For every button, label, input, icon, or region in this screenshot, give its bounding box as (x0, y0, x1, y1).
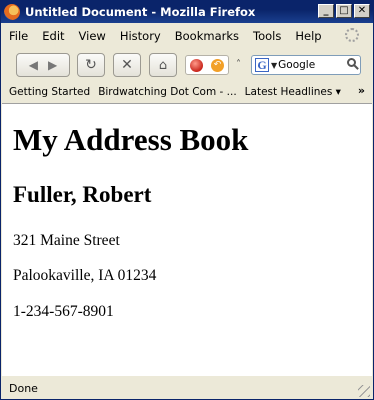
contact-phone: 1-234-567-8901 (13, 303, 114, 320)
window-controls: _ □ ✕ (318, 4, 370, 18)
record-icon[interactable] (190, 58, 203, 72)
status-bar: Done (2, 378, 372, 399)
search-input[interactable] (277, 59, 337, 71)
maximize-button[interactable]: □ (336, 4, 352, 18)
menu-history[interactable]: History (112, 29, 167, 43)
home-icon: ⌂ (158, 57, 168, 73)
addon-icons: ↶ (185, 55, 229, 75)
bookmark-getting-started[interactable]: Getting Started (9, 86, 90, 98)
bookmark-birdwatching[interactable]: Birdwatching Dot Com - ... (98, 86, 236, 98)
status-text: Done (9, 382, 38, 395)
bookmarks-toolbar: Getting Started Birdwatching Dot Com - .… (1, 83, 373, 101)
contact-street: 321 Maine Street (13, 232, 120, 249)
contact-city: Palookaville, IA 01234 (13, 267, 157, 284)
back-icon[interactable]: ◀ (29, 59, 38, 71)
stop-icon: ✕ (121, 57, 133, 73)
firefox-logo-icon (4, 4, 20, 20)
minimize-button[interactable]: _ (318, 4, 334, 18)
google-engine-icon[interactable]: G (255, 58, 269, 72)
throbber-icon (345, 28, 359, 42)
bookmark-latest-headlines[interactable]: Latest Headlines ▾ (245, 86, 341, 98)
browser-window: Untitled Document - Mozilla Firefox _ □ … (0, 0, 374, 400)
menu-view[interactable]: View (71, 29, 112, 43)
page-content: My Address Book Fuller, Robert 321 Maine… (2, 103, 372, 376)
menu-tools[interactable]: Tools (245, 29, 287, 43)
undo-icon[interactable]: ↶ (211, 58, 224, 72)
menu-edit[interactable]: Edit (34, 29, 70, 43)
window-title: Untitled Document - Mozilla Firefox (25, 5, 256, 19)
close-button[interactable]: ✕ (354, 4, 370, 18)
menu-bar: File Edit View History Bookmarks Tools H… (1, 25, 373, 47)
home-button[interactable]: ⌂ (149, 53, 177, 77)
forward-icon[interactable]: ▶ (48, 59, 57, 71)
bookmarks-overflow-icon[interactable]: » (358, 84, 365, 97)
search-box[interactable]: G ▼ (251, 55, 361, 75)
search-icon[interactable] (347, 58, 356, 67)
navigation-toolbar: ◀ ▶ ↻ ✕ ⌂ ↶ ˄ G ▼ (1, 49, 373, 81)
stop-button[interactable]: ✕ (113, 53, 141, 77)
menu-help[interactable]: Help (287, 29, 327, 43)
chevron-up-icon[interactable]: ˄ (236, 59, 241, 70)
contact-name: Fuller, Robert (13, 182, 152, 207)
back-forward-button[interactable]: ◀ ▶ (16, 53, 70, 77)
menu-file[interactable]: File (1, 29, 34, 43)
title-bar: Untitled Document - Mozilla Firefox _ □ … (1, 1, 373, 23)
reload-button[interactable]: ↻ (77, 53, 105, 77)
resize-grip-icon[interactable] (358, 385, 370, 397)
page-heading: My Address Book (13, 122, 249, 157)
reload-icon: ↻ (85, 57, 97, 73)
menu-bookmarks[interactable]: Bookmarks (167, 29, 245, 43)
